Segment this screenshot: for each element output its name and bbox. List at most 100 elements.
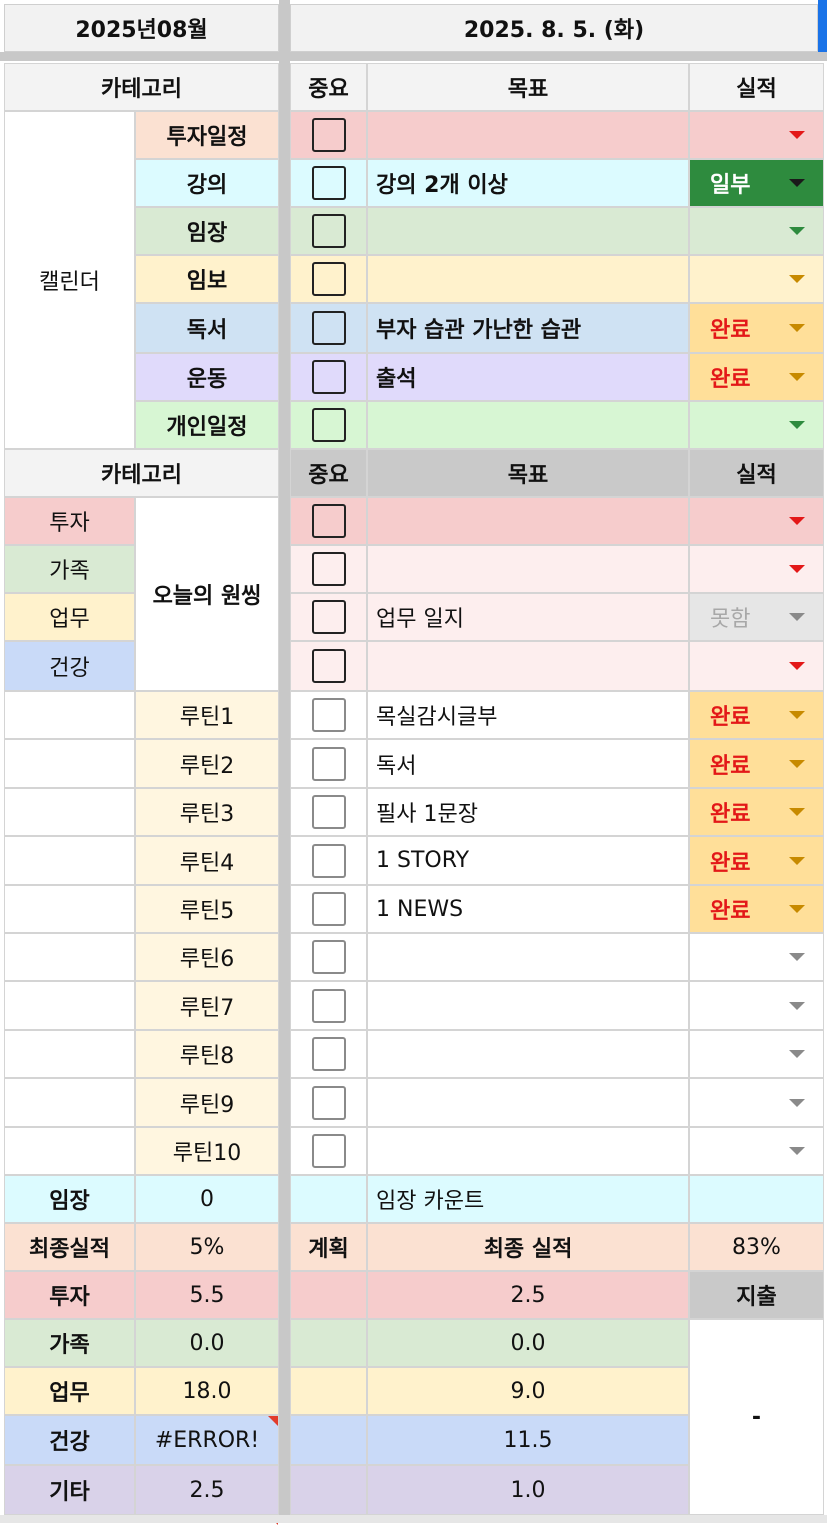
- routine-label: 루틴9: [135, 1078, 279, 1127]
- onething-goal[interactable]: 업무 일지: [367, 593, 689, 641]
- dropdown-arrow-icon: [789, 1001, 805, 1010]
- routine-goal[interactable]: 1 STORY: [367, 836, 689, 885]
- tag-investment: 투자: [4, 497, 135, 545]
- onething-result-dropdown[interactable]: [689, 497, 824, 545]
- onething-checkbox[interactable]: [311, 504, 346, 538]
- routine-goal[interactable]: 1 NEWS: [367, 885, 689, 933]
- summary-row-spacer: [290, 1465, 367, 1515]
- routine-result-dropdown[interactable]: [689, 981, 824, 1030]
- routine-result-dropdown[interactable]: 완료: [689, 788, 824, 836]
- dropdown-arrow-icon: [789, 1098, 805, 1107]
- routine-goal[interactable]: [367, 933, 689, 981]
- routine-goal[interactable]: 필사 1문장: [367, 788, 689, 836]
- dropdown-arrow-icon: [789, 227, 805, 235]
- month-header[interactable]: 2025년08월: [4, 4, 279, 52]
- routine-goal[interactable]: [367, 1127, 689, 1175]
- routine-result-dropdown[interactable]: [689, 1030, 824, 1078]
- routine-result-dropdown[interactable]: [689, 1127, 824, 1175]
- calendar-goal[interactable]: [367, 207, 689, 255]
- calendar-goal[interactable]: [367, 255, 689, 303]
- routine-checkbox[interactable]: [311, 698, 346, 732]
- onething-checkbox[interactable]: [311, 600, 346, 634]
- routine-result-dropdown[interactable]: 완료: [689, 836, 824, 885]
- onething-goal[interactable]: [367, 497, 689, 545]
- summary-row-actual: 1.0: [367, 1465, 689, 1515]
- calendar-checkbox[interactable]: [311, 408, 346, 442]
- result-value: 완료: [710, 850, 751, 876]
- result-value: 일부: [710, 173, 751, 198]
- calendar-result-dropdown[interactable]: [689, 207, 824, 255]
- dropdown-arrow-icon: [789, 613, 805, 621]
- summary-row-spacer: [290, 1367, 367, 1415]
- dropdown-arrow-icon: [789, 662, 805, 670]
- dropdown-arrow-icon: [789, 856, 805, 865]
- routine-checkbox[interactable]: [311, 795, 346, 829]
- routine-result-dropdown[interactable]: 완료: [689, 885, 824, 933]
- routine-checkbox[interactable]: [311, 892, 346, 926]
- routine-result-dropdown[interactable]: 완료: [689, 691, 824, 739]
- sheet-scroll-edge[interactable]: [818, 0, 827, 52]
- calendar-checkbox[interactable]: [311, 166, 346, 200]
- calendar-category-personal: 개인일정: [135, 401, 279, 449]
- onething-goal[interactable]: [367, 545, 689, 593]
- onething-checkbox-cell: [290, 497, 367, 545]
- dropdown-arrow-icon: [789, 421, 805, 429]
- summary-row-plan: #ERROR!: [135, 1415, 279, 1465]
- onething-result-dropdown[interactable]: [689, 545, 824, 593]
- routine-checkbox[interactable]: [311, 843, 346, 878]
- routine-blank: [4, 691, 135, 739]
- onething-result-dropdown[interactable]: 못함: [689, 593, 824, 641]
- routine-goal[interactable]: [367, 1030, 689, 1078]
- summary-row-actual: 11.5: [367, 1415, 689, 1465]
- onething-checkbox[interactable]: [311, 552, 346, 586]
- summary-row-spacer: [290, 1271, 367, 1319]
- onething-goal[interactable]: [367, 641, 689, 691]
- routine-goal[interactable]: 독서: [367, 739, 689, 788]
- routine-checkbox[interactable]: [311, 1134, 346, 1168]
- calendar-checkbox[interactable]: [311, 360, 346, 394]
- calendar-checkbox[interactable]: [311, 214, 346, 248]
- routine-goal[interactable]: [367, 981, 689, 1030]
- calendar-result-dropdown[interactable]: [689, 111, 824, 159]
- routine-result-dropdown[interactable]: 완료: [689, 739, 824, 788]
- calendar-result-dropdown[interactable]: 완료: [689, 303, 824, 353]
- onething-checkbox[interactable]: [311, 649, 346, 683]
- expense-value[interactable]: -: [689, 1319, 824, 1515]
- calendar-goal[interactable]: 강의 2개 이상: [367, 159, 689, 207]
- calendar-checkbox[interactable]: [311, 311, 346, 345]
- dropdown-arrow-icon: [789, 1050, 805, 1058]
- calendar-goal[interactable]: [367, 111, 689, 159]
- summary-row-spacer: [290, 1415, 367, 1465]
- routine-goal[interactable]: 목실감시글부: [367, 691, 689, 739]
- routine-result-dropdown[interactable]: [689, 933, 824, 981]
- summary-imjang-spacer: [290, 1175, 367, 1223]
- calendar-goal-header: 목표: [367, 63, 689, 111]
- routine-checkbox[interactable]: [311, 1085, 346, 1120]
- result-value: 완료: [710, 753, 751, 779]
- routine-checkbox[interactable]: [311, 1037, 346, 1071]
- date-header[interactable]: 2025. 8. 5. (화): [290, 4, 818, 52]
- summary-final-actual-label: 최종 실적: [367, 1223, 689, 1271]
- calendar-result-dropdown[interactable]: 완료: [689, 353, 824, 401]
- calendar-result-dropdown[interactable]: [689, 401, 824, 449]
- routine-checkbox[interactable]: [311, 746, 346, 781]
- calendar-result-dropdown[interactable]: 일부: [689, 159, 824, 207]
- calendar-goal[interactable]: 출석: [367, 353, 689, 401]
- dropdown-arrow-icon: [789, 373, 805, 381]
- comment-indicator-icon[interactable]: [268, 1416, 278, 1426]
- bottom-edge: [0, 1515, 827, 1523]
- routine-checkbox[interactable]: [311, 988, 346, 1023]
- calendar-goal[interactable]: [367, 401, 689, 449]
- onething-result-dropdown[interactable]: [689, 641, 824, 691]
- summary-imjang-count[interactable]: [689, 1175, 824, 1223]
- routine-goal[interactable]: [367, 1078, 689, 1127]
- calendar-checkbox[interactable]: [311, 262, 346, 296]
- calendar-result-dropdown[interactable]: [689, 255, 824, 303]
- result-value: 못함: [710, 607, 751, 632]
- routine-checkbox[interactable]: [311, 940, 346, 974]
- summary-row-label: 기타: [4, 1465, 135, 1515]
- expense-label: 지출: [689, 1271, 824, 1319]
- routine-result-dropdown[interactable]: [689, 1078, 824, 1127]
- calendar-goal[interactable]: 부자 습관 가난한 습관: [367, 303, 689, 353]
- calendar-checkbox[interactable]: [311, 118, 346, 152]
